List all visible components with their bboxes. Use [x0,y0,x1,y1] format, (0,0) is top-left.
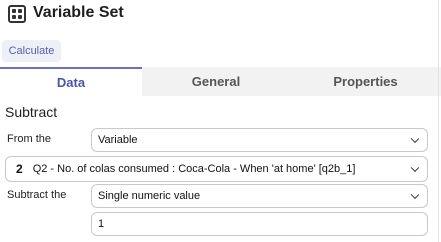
tab-bar: Data General Properties [0,67,441,96]
subtract-the-value: Single numeric value [98,190,201,202]
numeric-value: 1 [98,218,105,230]
numeric-value-input[interactable]: 1 [91,212,428,236]
calculate-button[interactable]: Calculate [2,40,61,62]
grid-icon [8,5,26,23]
panel-header: Variable Set [0,0,441,30]
tab-properties[interactable]: Properties [290,67,441,96]
from-the-label: From the [7,133,52,145]
tab-general[interactable]: General [142,67,290,96]
variable-select[interactable]: 2 Q2 - No. of colas consumed : Coca-Cola… [5,156,428,182]
subtract-the-select[interactable]: Single numeric value [91,184,428,208]
panel-divider [438,0,439,242]
variable-number: 2 [16,162,23,176]
section-title: Subtract [5,104,58,120]
chevron-down-icon [410,163,420,173]
from-the-select[interactable]: Variable [91,128,428,152]
tab-data[interactable]: Data [0,67,142,96]
variable-value: Q2 - No. of colas consumed : Coca-Cola -… [32,163,356,175]
page-title: Variable Set [33,4,124,21]
subtract-the-label: Subtract the [7,189,67,201]
from-the-value: Variable [98,134,138,146]
chevron-down-icon [410,134,420,144]
chevron-down-icon [410,190,420,200]
